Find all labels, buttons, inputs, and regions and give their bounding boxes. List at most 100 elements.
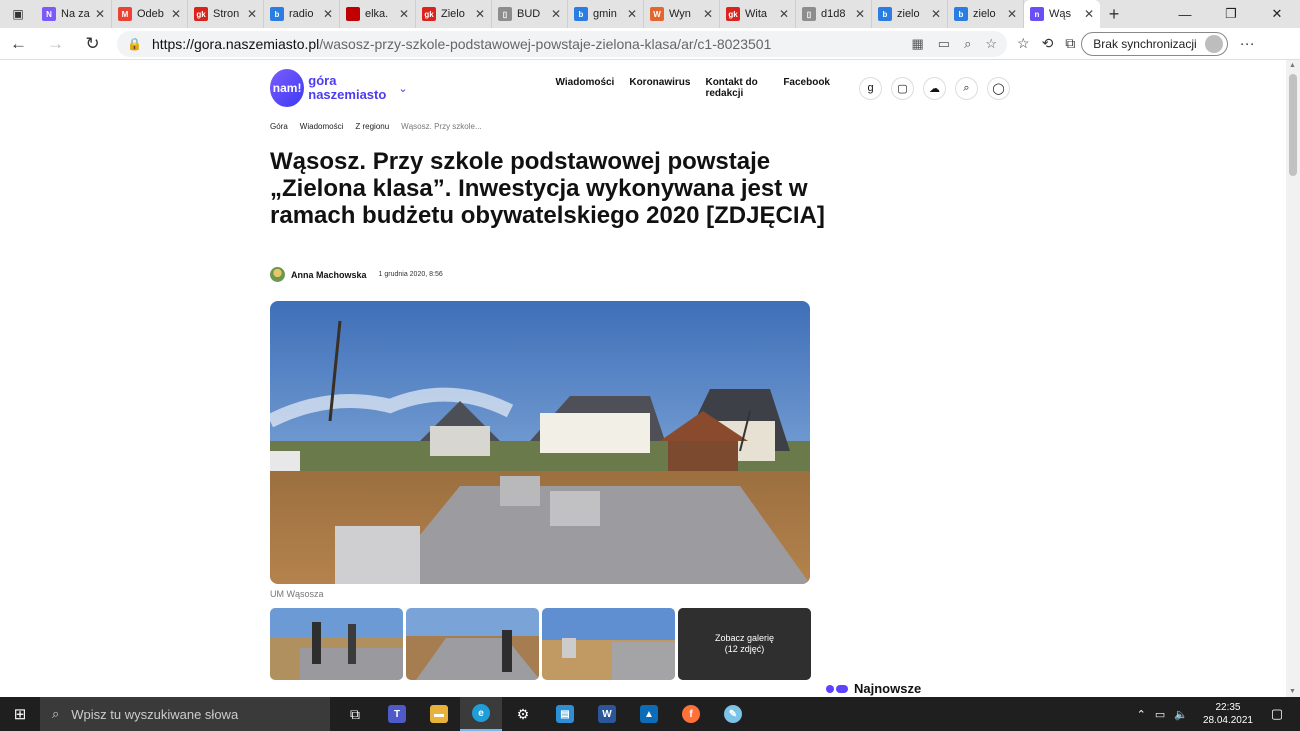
close-tab-icon[interactable]: ✕ — [779, 7, 789, 21]
close-tab-icon[interactable]: ✕ — [855, 7, 865, 21]
battery-icon[interactable]: ▭ — [1155, 708, 1165, 721]
restore-icon[interactable]: ❐ — [1208, 0, 1254, 28]
browser-tab[interactable]: N Na za ✕ — [36, 0, 112, 28]
windows-start-icon[interactable]: ⊞ — [0, 697, 40, 731]
gallery-thumb[interactable] — [270, 608, 403, 680]
firefox-icon[interactable]: f — [670, 697, 712, 731]
tab-actions-icon[interactable]: ▣ — [0, 0, 36, 28]
breadcrumb-item[interactable]: Wiadomości — [300, 122, 344, 131]
weather-icon[interactable]: ☁ — [923, 76, 946, 100]
nav-kontakt[interactable]: Kontakt do redakcji — [705, 77, 768, 99]
close-tab-icon[interactable]: ✕ — [475, 7, 485, 21]
close-tab-icon[interactable]: ✕ — [399, 7, 409, 21]
close-tab-icon[interactable]: ✕ — [95, 7, 105, 21]
site-logo[interactable]: nam! — [270, 69, 305, 107]
tab-title: Na za — [61, 8, 90, 20]
chevron-down-icon[interactable]: ⌄ — [398, 82, 407, 95]
browser-tab[interactable]: gk Stron ✕ — [188, 0, 264, 28]
back-icon[interactable]: ← — [0, 28, 37, 60]
notification-icon[interactable]: ▢ — [1262, 706, 1292, 722]
browser-tab[interactable]: elka. ✕ — [340, 0, 416, 28]
shopping-bag-icon[interactable]: ▢ — [891, 76, 914, 100]
nav-koronawirus[interactable]: Koronawirus — [629, 77, 690, 99]
more-options-icon[interactable]: ··· — [1240, 35, 1255, 52]
profile-sync-button[interactable]: Brak synchronizacji — [1081, 31, 1228, 56]
breadcrumb-item[interactable]: Góra — [270, 122, 288, 131]
add-favorite-icon[interactable]: ☆ — [985, 36, 997, 52]
history-icon[interactable]: ⟲ — [1042, 35, 1054, 52]
tab-title: Odeb — [137, 8, 164, 20]
settings-gear-icon[interactable]: ⚙ — [502, 697, 544, 731]
close-tab-icon[interactable]: ✕ — [1084, 7, 1094, 21]
volume-icon[interactable]: 🔈 — [1174, 708, 1188, 721]
browser-tab[interactable]: b zielo ✕ — [948, 0, 1024, 28]
g-icon[interactable]: g — [859, 76, 882, 100]
url-host: https://gora.naszemiasto.pl — [151, 35, 320, 52]
site-logo-text[interactable]: góra naszemiasto — [308, 74, 386, 102]
photo-caption: UM Wąsosza — [270, 589, 324, 599]
paint-icon[interactable]: ✎ — [712, 697, 754, 731]
apps-icon[interactable]: ▦ — [911, 36, 923, 52]
taskbar-clock[interactable]: 22:35 28.04.2021 — [1203, 701, 1253, 727]
close-tab-icon[interactable]: ✕ — [1007, 7, 1017, 21]
collections-icon[interactable]: ⧉ — [1065, 35, 1075, 52]
zoom-icon[interactable]: ⌕ — [964, 36, 971, 52]
nav-facebook[interactable]: Facebook — [783, 77, 830, 99]
browser-tab[interactable]: M Odeb ✕ — [112, 0, 188, 28]
browser-tab[interactable]: gk Wita ✕ — [720, 0, 796, 28]
new-tab-button[interactable]: + — [1100, 0, 1128, 28]
close-tab-icon[interactable]: ✕ — [703, 7, 713, 21]
see-gallery-link[interactable]: Zobacz galerię (12 zdjęć) — [678, 608, 811, 680]
scroll-down-icon[interactable]: ▼ — [1289, 688, 1296, 695]
address-bar[interactable]: 🔒 https://gora.naszemiasto.pl/wasosz-prz… — [117, 30, 1007, 57]
reading-view-icon[interactable]: ▭ — [938, 36, 950, 52]
file-explorer-icon[interactable]: ▬ — [418, 697, 460, 731]
scrollbar-thumb[interactable] — [1289, 74, 1297, 176]
photos-icon[interactable]: ▲ — [628, 697, 670, 731]
gallery-thumb[interactable] — [542, 608, 675, 680]
minimize-icon[interactable]: — — [1162, 0, 1208, 28]
browser-tab[interactable]: gk Zielo ✕ — [416, 0, 492, 28]
teams-icon[interactable]: T — [376, 697, 418, 731]
forward-icon[interactable]: → — [37, 28, 74, 60]
tab-title: Stron — [213, 8, 240, 20]
close-window-icon[interactable]: ✕ — [1254, 0, 1300, 28]
browser-tab[interactable]: W Wyn ✕ — [644, 0, 720, 28]
word-icon[interactable]: W — [586, 697, 628, 731]
browser-tab[interactable]: b radio ✕ — [264, 0, 340, 28]
clock-time: 22:35 — [1215, 702, 1241, 713]
nav-wiadomosci[interactable]: Wiadomości — [556, 77, 615, 99]
gallery-thumb[interactable] — [406, 608, 539, 680]
logo-line-1: góra — [308, 73, 337, 88]
refresh-icon[interactable]: ↻ — [74, 28, 111, 60]
page-scrollbar[interactable]: ▲ ▼ — [1286, 60, 1300, 697]
favorites-icon[interactable]: ☆ — [1017, 35, 1030, 52]
gallery-more-thumb[interactable]: Zobacz galerię (12 zdjęć) — [678, 608, 811, 680]
close-tab-icon[interactable]: ✕ — [247, 7, 257, 21]
edge-icon[interactable]: e — [460, 697, 502, 731]
close-tab-icon[interactable]: ✕ — [551, 7, 561, 21]
chevron-up-icon[interactable]: ⌃ — [1137, 708, 1146, 721]
close-tab-icon[interactable]: ✕ — [323, 7, 333, 21]
tab-title: Wąs — [1049, 8, 1071, 20]
scroll-up-icon[interactable]: ▲ — [1289, 62, 1296, 69]
control-panel-icon[interactable]: ▤ — [544, 697, 586, 731]
breadcrumb-item[interactable]: Z regionu — [355, 122, 389, 131]
taskbar-search[interactable]: ⌕ Wpisz tu wyszukiwane słowa — [40, 697, 330, 731]
close-tab-icon[interactable]: ✕ — [171, 7, 181, 21]
close-tab-icon[interactable]: ✕ — [931, 7, 941, 21]
close-tab-icon[interactable]: ✕ — [627, 7, 637, 21]
task-view-icon[interactable]: ⧉ — [334, 697, 376, 731]
tab-favicon-icon: b — [270, 7, 284, 21]
browser-tab[interactable]: ▯ BUD ✕ — [492, 0, 568, 28]
author-name[interactable]: Anna Machowska — [291, 270, 367, 280]
hero-photo[interactable] — [270, 301, 810, 584]
browser-tab[interactable]: b zielo ✕ — [872, 0, 948, 28]
browser-tab[interactable]: n Wąs ✕ — [1024, 0, 1100, 28]
browser-tab[interactable]: b gmin ✕ — [568, 0, 644, 28]
search-icon[interactable]: ⌕ — [955, 76, 978, 100]
lock-icon[interactable]: 🔒 — [127, 37, 142, 51]
browser-tab[interactable]: ▯ d1d8 ✕ — [796, 0, 872, 28]
tab-favicon-icon — [346, 7, 360, 21]
user-icon[interactable]: ◯ — [987, 76, 1010, 100]
